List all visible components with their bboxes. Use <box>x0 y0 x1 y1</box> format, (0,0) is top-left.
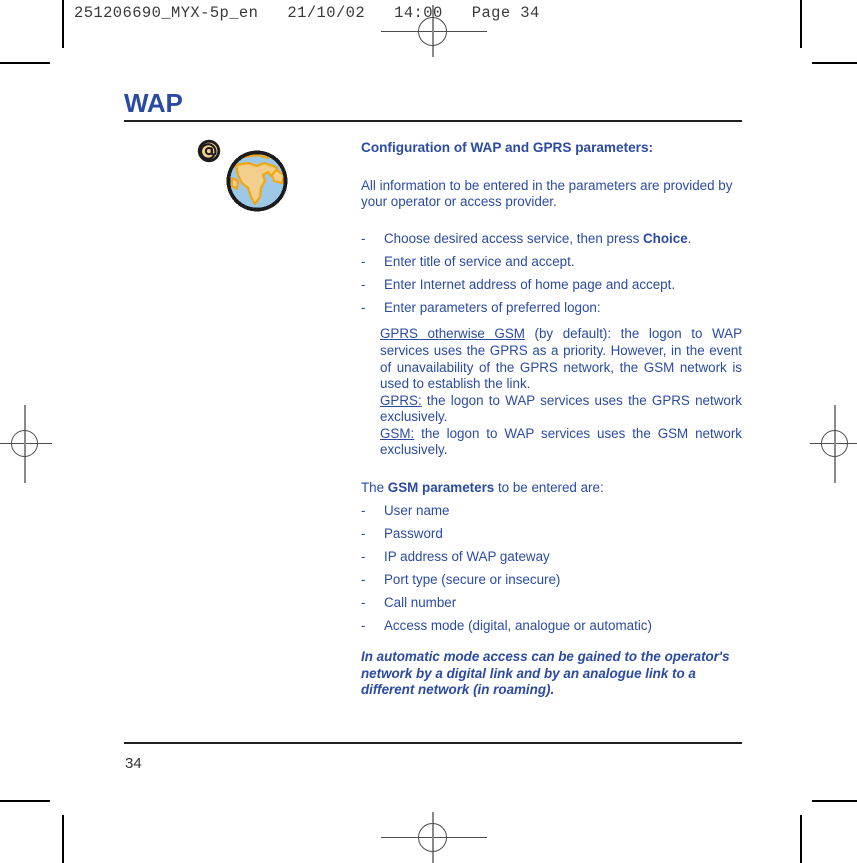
list-item: - Enter Internet address of home page and… <box>361 277 742 294</box>
gsm-parameters-list: - User name - Password - IP address of WAP … <box>361 503 742 635</box>
list-item-text: Enter parameters of preferred logon: <box>384 299 601 315</box>
logon-option-term: GPRS otherwise GSM <box>380 326 525 342</box>
list-item: - Enter title of service and accept. <box>361 254 742 271</box>
page-number: 34 <box>125 755 142 772</box>
list-item: - Choose desired access service, then pre… <box>361 231 742 248</box>
section-heading: Configuration of WAP and GPRS parameters… <box>361 140 654 155</box>
globe-icon <box>224 148 290 219</box>
page-title: WAP <box>124 88 183 118</box>
crop-mark-top-right-vertical <box>800 0 802 48</box>
logon-options-block: GPRS otherwise GSM (by default): the log… <box>380 326 742 459</box>
list-item-text: Port type (secure or insecure) <box>384 571 561 587</box>
list-item-emphasis: Choice <box>643 230 688 246</box>
logon-option: GPRS: the logon to WAP services uses the… <box>380 393 742 426</box>
list-bullet: - <box>361 253 366 269</box>
list-item-text: User name <box>384 502 450 518</box>
list-item: - User name <box>361 503 742 520</box>
crop-mark-bottom-left-vertical <box>62 815 64 863</box>
logon-option-body: the logon to WAP services uses the GPRS … <box>380 392 742 425</box>
gsm-intro-emphasis: GSM parameters <box>387 480 495 496</box>
list-bullet: - <box>361 594 366 610</box>
logon-option: GSM: the logon to WAP services uses the … <box>380 426 742 459</box>
list-item-text: Access mode (digital, analogue or automa… <box>384 617 652 633</box>
list-item: - Port type (secure or insecure) <box>361 572 742 589</box>
crop-mark-bottom-left-horizontal <box>0 800 50 802</box>
gsm-parameters-intro: The GSM parameters to be entered are: <box>361 480 742 497</box>
logon-option: GPRS otherwise GSM (by default): the log… <box>380 326 742 392</box>
automatic-mode-note: In automatic mode access can be gained t… <box>361 649 730 698</box>
content-column: Configuration of WAP and GPRS parameters… <box>361 140 742 699</box>
crop-mark-top-right-horizontal <box>812 62 857 64</box>
list-item-text: Choose desired access service, then pres… <box>384 230 644 246</box>
crop-mark-top-left-vertical <box>62 0 64 48</box>
gsm-intro-pre: The <box>361 480 388 496</box>
crop-mark-top-left-horizontal <box>0 62 50 64</box>
list-item: - Access mode (digital, analogue or autom… <box>361 618 742 635</box>
list-bullet: - <box>361 617 366 633</box>
list-item-text-tail: . <box>687 230 692 246</box>
list-item: - Enter parameters of preferred logon: <box>361 300 742 317</box>
list-bullet: - <box>361 276 366 292</box>
page-canvas: 251206690_MYX-5p_en 21/10/02 14:00 Page … <box>0 0 857 863</box>
crop-mark-bottom-right-horizontal <box>812 800 857 802</box>
footer-rule <box>124 742 742 744</box>
list-item: - IP address of WAP gateway <box>361 549 742 566</box>
list-item: - Call number <box>361 595 742 612</box>
list-bullet: - <box>361 230 366 246</box>
list-bullet: - <box>361 502 366 518</box>
intro-paragraph: All information to be entered in the par… <box>361 177 733 210</box>
logon-option-term: GSM: <box>380 425 415 441</box>
logon-option-body: the logon to WAP services uses the GSM n… <box>380 425 742 458</box>
title-rule <box>124 120 742 122</box>
registration-target-right <box>810 405 857 483</box>
at-sign-icon <box>196 138 222 169</box>
list-item-text: Enter Internet address of home page and … <box>384 276 676 292</box>
configuration-steps-list: - Choose desired access service, then pre… <box>361 231 742 317</box>
registration-target-left <box>0 405 52 483</box>
list-item-text: Enter title of service and accept. <box>384 253 575 269</box>
gsm-intro-post: to be entered are: <box>494 480 604 496</box>
list-bullet: - <box>361 548 366 564</box>
registration-target-bottom <box>381 812 487 863</box>
imposition-header: 251206690_MYX-5p_en 21/10/02 14:00 Page … <box>74 4 540 22</box>
list-item-text: Call number <box>384 594 457 610</box>
illustration-block <box>196 138 306 218</box>
logon-option-term: GPRS: <box>380 392 422 408</box>
crop-mark-bottom-right-vertical <box>800 815 802 863</box>
list-item-text: IP address of WAP gateway <box>384 548 550 564</box>
list-bullet: - <box>361 525 366 541</box>
list-bullet: - <box>361 571 366 587</box>
list-item-text: Password <box>384 525 443 541</box>
list-bullet: - <box>361 299 366 315</box>
list-item: - Password <box>361 526 742 543</box>
